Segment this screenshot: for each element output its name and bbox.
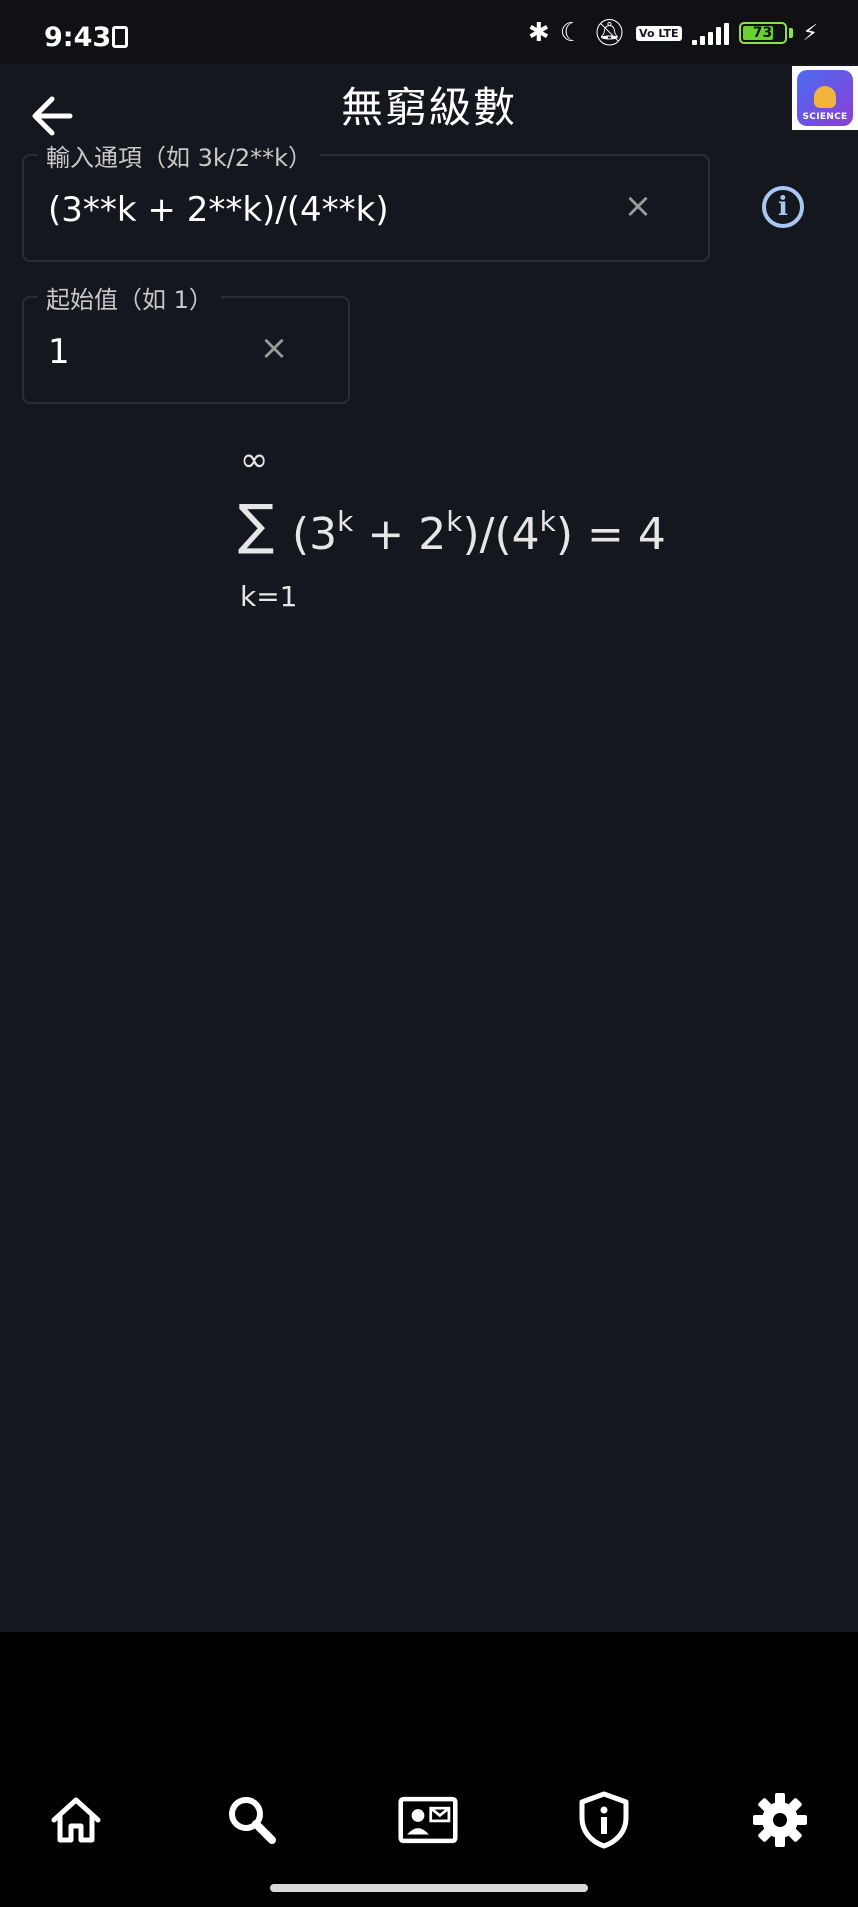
contact-card-icon	[398, 1796, 458, 1844]
home-indicator[interactable]	[270, 1884, 588, 1892]
sum-lower-limit: k=1	[240, 580, 298, 613]
bottom-navigation	[0, 1790, 858, 1850]
nav-home[interactable]	[46, 1790, 106, 1850]
search-icon	[229, 1797, 276, 1844]
term-input-value[interactable]: (3**k + 2**k)/(4**k)	[48, 190, 389, 230]
sum-symbol: ∑	[238, 493, 275, 556]
battery-level: 73	[752, 25, 773, 41]
start-value-field[interactable]: 起始值（如 1） 1 ×	[22, 280, 350, 404]
start-value-value[interactable]: 1	[48, 332, 70, 372]
expr-exp-2: k	[446, 505, 463, 538]
bluetooth-icon: ✱	[527, 18, 550, 48]
status-icons: ✱ ☾ 🔕︎ Vo LTE 73 ⚡︎	[528, 20, 818, 46]
expr-part-2: + 2	[353, 509, 447, 560]
bottom-bar	[0, 1632, 858, 1907]
battery-cap	[788, 28, 793, 38]
nav-privacy[interactable]	[574, 1790, 634, 1850]
sum-expression: (3k + 2k)/(4k) = 4	[292, 505, 666, 560]
science-app-logo[interactable]: SCIENCE	[792, 66, 858, 130]
home-icon	[51, 1797, 101, 1843]
page-title: 無窮級數	[340, 83, 517, 132]
expr-part-3: )/(4	[462, 509, 540, 560]
status-time: 9:43	[44, 22, 112, 53]
battery-icon: 73	[738, 22, 787, 44]
start-value-label: 起始值（如 1）	[38, 280, 221, 315]
start-clear-button[interactable]: ×	[254, 328, 294, 368]
shield-info-icon	[579, 1791, 629, 1849]
info-button[interactable]: i	[762, 186, 804, 228]
settings-gear-icon	[753, 1793, 807, 1847]
science-logo-icon: SCIENCE	[797, 70, 853, 126]
expr-exp-1: k	[337, 505, 354, 538]
term-clear-button[interactable]: ×	[618, 186, 658, 226]
phone-notification-icon	[112, 26, 128, 48]
nav-contact[interactable]	[398, 1790, 458, 1850]
status-bar: 9:43 ✱ ☾ 🔕︎ Vo LTE 73 ⚡︎	[0, 0, 858, 64]
expr-part-1: (3	[292, 509, 338, 560]
signal-icon	[691, 21, 729, 45]
charging-bolt-icon: ⚡︎	[802, 20, 818, 46]
volte-badge: Vo LTE	[636, 25, 682, 41]
term-input-label: 輸入通項（如 3k/2**k）	[38, 138, 321, 173]
logo-label: SCIENCE	[802, 112, 848, 122]
moon-icon: ☾	[559, 18, 584, 48]
expr-part-4: ) = 4	[555, 509, 666, 560]
nav-search[interactable]	[222, 1790, 282, 1850]
sum-upper-limit: ∞	[240, 440, 269, 480]
nav-settings[interactable]	[750, 1790, 810, 1850]
flask-icon	[814, 86, 836, 108]
bell-off-icon: 🔕︎	[593, 18, 627, 48]
expr-exp-3: k	[539, 505, 556, 538]
term-input-field[interactable]: 輸入通項（如 3k/2**k） (3**k + 2**k)/(4**k) ×	[22, 138, 710, 262]
